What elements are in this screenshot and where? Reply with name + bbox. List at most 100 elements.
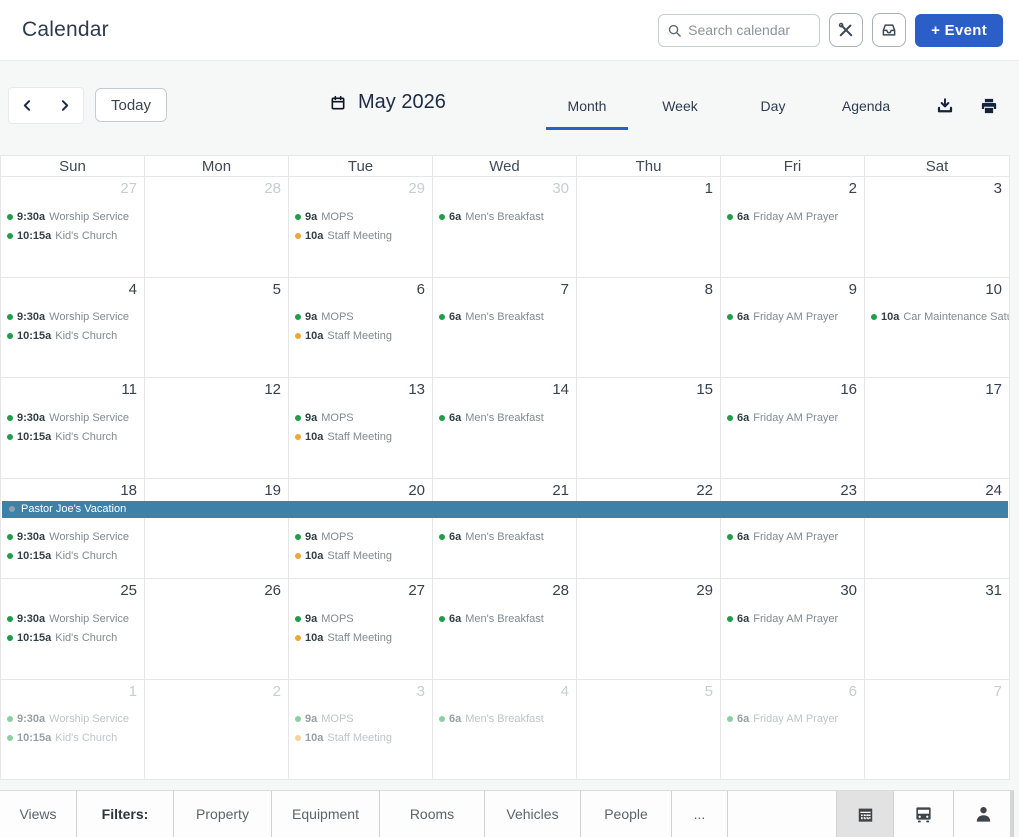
- day-cell[interactable]: 31: [865, 579, 1009, 680]
- day-cell[interactable]: 279aMOPS10aStaff Meeting: [289, 579, 433, 680]
- day-cell[interactable]: 24: [865, 479, 1009, 580]
- event-item[interactable]: 9aMOPS: [295, 308, 432, 327]
- event-item[interactable]: 10aStaff Meeting: [295, 628, 432, 647]
- day-cell[interactable]: 19: [145, 479, 289, 580]
- day-cell[interactable]: 46aMen's Breakfast: [433, 680, 577, 781]
- filter-calendar-icon[interactable]: [837, 791, 894, 837]
- day-cell[interactable]: 209aMOPS10aStaff Meeting: [289, 479, 433, 580]
- event-item[interactable]: 10:15aKid's Church: [7, 226, 144, 245]
- day-cell[interactable]: 28: [145, 177, 289, 278]
- event-item[interactable]: 9aMOPS: [295, 528, 432, 547]
- event-item[interactable]: 9aMOPS: [295, 609, 432, 628]
- search-input[interactable]: [688, 22, 811, 38]
- day-cell[interactable]: 66aFriday AM Prayer: [721, 680, 865, 781]
- day-cell[interactable]: 76aMen's Breakfast: [433, 278, 577, 379]
- filter-item-people[interactable]: People: [581, 791, 672, 837]
- tab-day[interactable]: Day: [732, 94, 814, 130]
- filter-bus-icon[interactable]: [894, 791, 954, 837]
- event-item[interactable]: 9aMOPS: [295, 408, 432, 427]
- event-item[interactable]: 9:30aWorship Service: [7, 308, 144, 327]
- day-cell[interactable]: 299aMOPS10aStaff Meeting: [289, 177, 433, 278]
- event-item[interactable]: 10aStaff Meeting: [295, 327, 432, 346]
- event-item[interactable]: 6aMen's Breakfast: [439, 609, 576, 628]
- day-cell[interactable]: 2: [145, 680, 289, 781]
- filter-item-vehicles[interactable]: Vehicles: [485, 791, 581, 837]
- day-cell[interactable]: 1: [577, 177, 721, 278]
- day-cell[interactable]: 119:30aWorship Service10:15aKid's Church: [1, 378, 145, 479]
- event-item[interactable]: 10aStaff Meeting: [295, 547, 432, 566]
- add-event-button[interactable]: + Event: [915, 14, 1003, 47]
- filter-item-filters[interactable]: Filters:: [77, 791, 174, 837]
- tab-agenda[interactable]: Agenda: [825, 94, 907, 130]
- event-item[interactable]: 9aMOPS: [295, 207, 432, 226]
- event-item[interactable]: 6aFriday AM Prayer: [727, 408, 864, 427]
- event-item[interactable]: 6aMen's Breakfast: [439, 710, 576, 729]
- event-item[interactable]: 6aMen's Breakfast: [439, 207, 576, 226]
- day-cell[interactable]: 49:30aWorship Service10:15aKid's Church: [1, 278, 145, 379]
- day-cell[interactable]: 216aMen's Breakfast: [433, 479, 577, 580]
- scrollbar-track[interactable]: [1010, 790, 1013, 837]
- multiday-event-banner[interactable]: Pastor Joe's Vacation: [2, 501, 1008, 518]
- day-cell[interactable]: 19:30aWorship Service10:15aKid's Church: [1, 680, 145, 781]
- tab-week[interactable]: Week: [639, 94, 721, 130]
- event-item[interactable]: 9:30aWorship Service: [7, 408, 144, 427]
- day-cell[interactable]: 69aMOPS10aStaff Meeting: [289, 278, 433, 379]
- event-item[interactable]: 6aMen's Breakfast: [439, 308, 576, 327]
- event-item[interactable]: 10aStaff Meeting: [295, 729, 432, 748]
- print-button[interactable]: [980, 97, 998, 115]
- day-cell[interactable]: 26: [145, 579, 289, 680]
- tab-month[interactable]: Month: [546, 94, 628, 130]
- event-item[interactable]: 10aStaff Meeting: [295, 226, 432, 245]
- day-cell[interactable]: 17: [865, 378, 1009, 479]
- day-cell[interactable]: 96aFriday AM Prayer: [721, 278, 865, 379]
- filter-item-[interactable]: ...: [672, 791, 728, 837]
- event-item[interactable]: 6aFriday AM Prayer: [727, 609, 864, 628]
- day-cell[interactable]: 26aFriday AM Prayer: [721, 177, 865, 278]
- event-item[interactable]: 9:30aWorship Service: [7, 528, 144, 547]
- event-item[interactable]: 6aMen's Breakfast: [439, 408, 576, 427]
- filter-item-equipment[interactable]: Equipment: [272, 791, 380, 837]
- day-cell[interactable]: 236aFriday AM Prayer: [721, 479, 865, 580]
- event-item[interactable]: 6aFriday AM Prayer: [727, 207, 864, 226]
- event-item[interactable]: 9:30aWorship Service: [7, 710, 144, 729]
- event-item[interactable]: 9:30aWorship Service: [7, 609, 144, 628]
- search-box[interactable]: [658, 14, 820, 47]
- tools-button[interactable]: [829, 13, 863, 47]
- today-button[interactable]: Today: [95, 88, 167, 122]
- event-item[interactable]: 6aFriday AM Prayer: [727, 308, 864, 327]
- filter-item-views[interactable]: Views: [0, 791, 77, 837]
- day-cell[interactable]: 166aFriday AM Prayer: [721, 378, 865, 479]
- next-month-button[interactable]: [46, 88, 83, 123]
- day-cell[interactable]: 286aMen's Breakfast: [433, 579, 577, 680]
- event-item[interactable]: 9aMOPS: [295, 710, 432, 729]
- day-cell[interactable]: 306aMen's Breakfast: [433, 177, 577, 278]
- day-cell[interactable]: 15: [577, 378, 721, 479]
- event-item[interactable]: 10:15aKid's Church: [7, 547, 144, 566]
- day-cell[interactable]: 29: [577, 579, 721, 680]
- day-cell[interactable]: 5: [577, 680, 721, 781]
- filter-person-icon[interactable]: [954, 791, 1014, 837]
- day-cell[interactable]: 39aMOPS10aStaff Meeting: [289, 680, 433, 781]
- event-item[interactable]: 10:15aKid's Church: [7, 729, 144, 748]
- day-cell[interactable]: 12: [145, 378, 289, 479]
- download-button[interactable]: [936, 97, 954, 115]
- day-cell[interactable]: 7: [865, 680, 1009, 781]
- event-item[interactable]: 6aFriday AM Prayer: [727, 710, 864, 729]
- event-item[interactable]: 6aFriday AM Prayer: [727, 528, 864, 547]
- event-item[interactable]: 10:15aKid's Church: [7, 427, 144, 446]
- prev-month-button[interactable]: [9, 88, 46, 123]
- day-cell[interactable]: 1010aCar Maintenance Satur: [865, 278, 1009, 379]
- day-cell[interactable]: 146aMen's Breakfast: [433, 378, 577, 479]
- day-cell[interactable]: 259:30aWorship Service10:15aKid's Church: [1, 579, 145, 680]
- day-cell[interactable]: 5: [145, 278, 289, 379]
- event-item[interactable]: 10:15aKid's Church: [7, 628, 144, 647]
- event-item[interactable]: 6aMen's Breakfast: [439, 528, 576, 547]
- day-cell[interactable]: 3: [865, 177, 1009, 278]
- filter-item-property[interactable]: Property: [174, 791, 272, 837]
- day-cell[interactable]: 306aFriday AM Prayer: [721, 579, 865, 680]
- event-item[interactable]: 9:30aWorship Service: [7, 207, 144, 226]
- event-item[interactable]: 10aStaff Meeting: [295, 427, 432, 446]
- filter-item-rooms[interactable]: Rooms: [380, 791, 485, 837]
- day-cell[interactable]: 279:30aWorship Service10:15aKid's Church: [1, 177, 145, 278]
- day-cell[interactable]: 8: [577, 278, 721, 379]
